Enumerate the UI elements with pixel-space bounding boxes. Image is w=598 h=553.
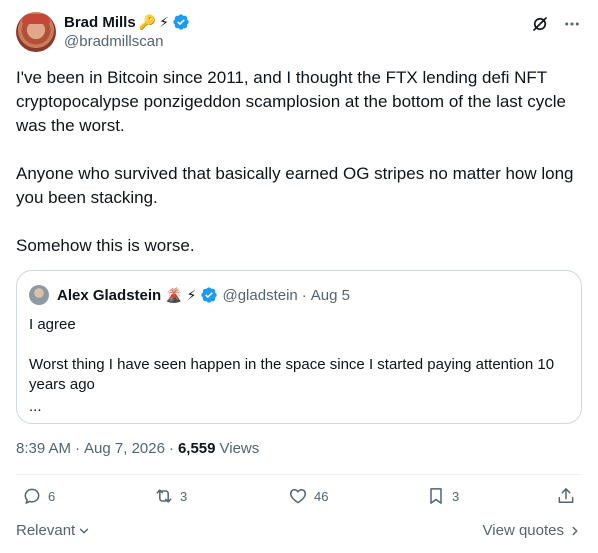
- quote-author-avatar: [29, 285, 49, 305]
- views-label: Views: [219, 440, 260, 457]
- grok-icon[interactable]: [530, 14, 550, 34]
- quote-ellipsis: ...: [29, 398, 42, 415]
- reply-button[interactable]: 6: [22, 486, 55, 506]
- tweet-date[interactable]: Aug 7, 2026: [84, 440, 165, 457]
- author-avatar[interactable]: [16, 12, 56, 52]
- meta-separator: ·: [75, 440, 81, 457]
- repost-count: 3: [180, 488, 188, 504]
- key-emoji: 🔑: [138, 14, 157, 30]
- share-button[interactable]: [556, 486, 576, 506]
- quote-author-handle: @gladstein: [222, 286, 298, 304]
- chevron-down-icon: [80, 528, 89, 533]
- lightning-emoji: ⚡: [186, 287, 197, 303]
- repost-button[interactable]: 3: [154, 486, 187, 506]
- tweet-paragraph: I've been in Bitcoin since 2011, and I t…: [16, 68, 566, 135]
- more-icon[interactable]: [562, 14, 582, 34]
- bookmark-icon: [430, 488, 442, 504]
- view-quotes-link[interactable]: View quotes: [483, 522, 582, 539]
- verified-badge-icon: [201, 287, 218, 303]
- timestamp-row: 8:39 AM · Aug 7, 2026 · 6,559 Views: [16, 440, 259, 457]
- replies-footer: Relevant View quotes: [16, 522, 582, 544]
- tweet-paragraph: Anyone who survived that basically earne…: [16, 164, 574, 207]
- view-quotes-label: View quotes: [482, 522, 564, 539]
- quote-date: Aug 5: [310, 286, 350, 304]
- sort-dropdown[interactable]: Relevant: [16, 522, 91, 539]
- divider: [16, 474, 582, 475]
- share-icon: [558, 488, 574, 503]
- tweet-header: Brad Mills 🔑 ⚡ @bradmillscan: [16, 10, 582, 54]
- lightning-emoji: ⚡: [159, 14, 169, 30]
- quote-author-name: Alex Gladstein: [57, 286, 162, 304]
- repost-icon: [156, 489, 172, 503]
- chevron-right-icon: [572, 526, 578, 535]
- quoted-tweet[interactable]: Alex Gladstein 🌋 ⚡ @gladstein · Aug 5 I …: [16, 270, 582, 424]
- verified-badge-icon: [173, 14, 189, 30]
- tweet-paragraph: Somehow this is worse.: [16, 236, 195, 255]
- quote-body: I agree Worst thing I have seen happen i…: [29, 315, 569, 419]
- reply-icon: [24, 488, 40, 504]
- like-count: 46: [314, 488, 329, 504]
- quote-line: Worst thing I have seen happen in the sp…: [29, 356, 555, 393]
- author-handle[interactable]: @bradmillscan: [64, 33, 163, 50]
- tweet-time[interactable]: 8:39 AM: [16, 440, 71, 457]
- header-actions: [530, 14, 582, 34]
- sort-label: Relevant: [16, 522, 76, 539]
- volcano-emoji: 🌋: [165, 287, 183, 303]
- bookmark-button[interactable]: 3: [426, 486, 459, 506]
- views-count: 6,559: [177, 440, 216, 457]
- meta-separator: ·: [168, 440, 174, 457]
- author-name-row: Brad Mills 🔑 ⚡: [64, 12, 190, 32]
- quote-separator: ·: [301, 286, 307, 304]
- bookmark-count: 3: [452, 488, 460, 504]
- quote-header: Alex Gladstein 🌋 ⚡ @gladstein · Aug 5: [29, 285, 350, 305]
- action-bar: 6 3 46 3: [16, 486, 582, 514]
- reply-count: 6: [48, 488, 56, 504]
- quote-line: I agree: [29, 316, 76, 333]
- like-button[interactable]: 46: [288, 486, 328, 506]
- tweet-text: I've been in Bitcoin since 2011, and I t…: [16, 66, 582, 282]
- author-name[interactable]: Brad Mills: [64, 14, 136, 31]
- heart-icon: [289, 489, 307, 504]
